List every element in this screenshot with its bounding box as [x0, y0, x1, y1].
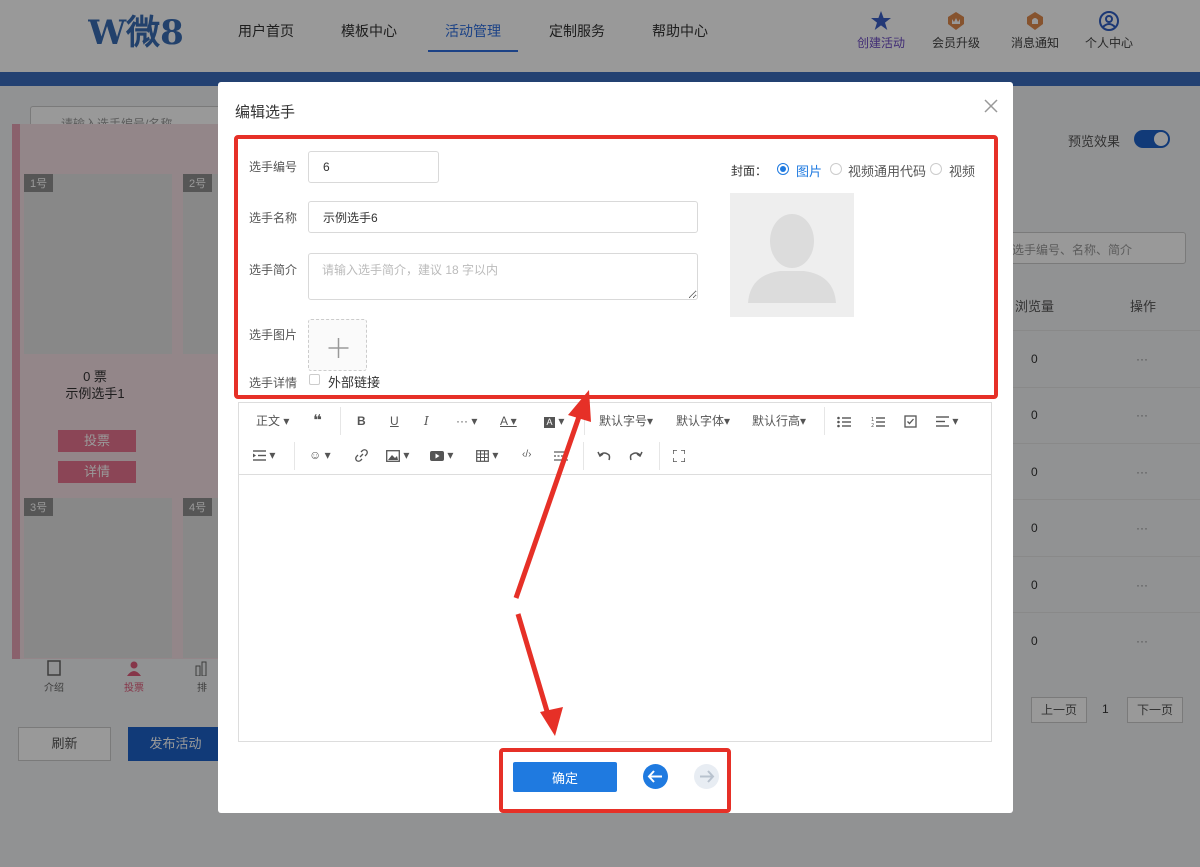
- player-intro-label: 选手简介: [249, 263, 298, 277]
- dialog-title: 编辑选手: [235, 104, 296, 121]
- quote-icon[interactable]: ❝: [313, 411, 322, 431]
- cover-radio-video[interactable]: [930, 163, 942, 175]
- font-size-label: 默认字号: [599, 414, 648, 428]
- code-icon[interactable]: ‹/›: [522, 445, 531, 465]
- avatar-placeholder-icon: [748, 214, 836, 303]
- italic-icon[interactable]: I: [424, 411, 429, 431]
- line-height-label: 默认行高: [752, 414, 801, 428]
- font-size-dropdown[interactable]: 默认字号▾: [599, 411, 653, 431]
- toolbar-separator: [824, 407, 825, 435]
- close-icon[interactable]: [981, 96, 1001, 116]
- cover-image-placeholder[interactable]: [730, 193, 854, 317]
- cover-option-video-code-label: 视频通用代码: [848, 164, 927, 179]
- rich-text-editor: 正文 ▾ ❝ B U I ··· ▾ A ▾ A ▾ 默认字号▾ 默认字体▾ 默…: [238, 402, 992, 742]
- divider-line-icon[interactable]: [554, 445, 568, 465]
- player-name-label: 选手名称: [249, 211, 298, 225]
- underline-icon[interactable]: U: [390, 411, 399, 431]
- cover-label: 封面：: [731, 164, 768, 178]
- edit-player-dialog: 编辑选手 选手编号 选手名称 选手简介 选手图片 选手详情 外部链接 封面： 图…: [218, 82, 1013, 813]
- back-arrow-icon[interactable]: [643, 764, 668, 789]
- video-insert-icon[interactable]: ▾: [430, 445, 453, 465]
- image-upload-button[interactable]: [308, 319, 367, 371]
- toolbar-separator: [584, 407, 585, 435]
- forward-arrow-icon[interactable]: [694, 764, 719, 789]
- editor-toolbar: 正文 ▾ ❝ B U I ··· ▾ A ▾ A ▾ 默认字号▾ 默认字体▾ 默…: [239, 403, 991, 475]
- more-format-dropdown[interactable]: ··· ▾: [456, 411, 477, 431]
- player-name-input[interactable]: [308, 201, 698, 233]
- redo-icon[interactable]: [629, 445, 643, 465]
- bold-icon[interactable]: B: [357, 411, 366, 431]
- checkbox-list-icon[interactable]: [904, 411, 917, 431]
- confirm-button[interactable]: 确定: [513, 762, 617, 792]
- paragraph-format-label: 正文: [256, 414, 281, 428]
- image-insert-icon[interactable]: ▾: [386, 445, 409, 465]
- paragraph-format-dropdown[interactable]: 正文 ▾: [256, 411, 289, 431]
- toolbar-separator: [294, 442, 295, 470]
- player-number-label: 选手编号: [249, 160, 298, 174]
- cover-option-image-label: 图片: [796, 164, 823, 179]
- fullscreen-icon[interactable]: [672, 445, 686, 465]
- player-detail-label: 选手详情: [249, 376, 298, 390]
- player-image-label: 选手图片: [249, 328, 298, 342]
- editor-content-area[interactable]: [239, 475, 991, 741]
- cover-radio-image[interactable]: [777, 163, 789, 175]
- font-family-label: 默认字体: [676, 414, 725, 428]
- plus-icon: [328, 338, 349, 358]
- toolbar-separator: [583, 442, 584, 470]
- indent-dropdown[interactable]: ▾: [253, 445, 275, 465]
- bullet-list-icon[interactable]: [837, 411, 851, 431]
- toolbar-separator: [340, 407, 341, 435]
- external-link-label: 外部链接: [328, 375, 381, 390]
- font-color-icon[interactable]: A ▾: [500, 411, 517, 431]
- numbered-list-icon[interactable]: 12: [871, 411, 885, 431]
- more-format-label: ···: [456, 414, 468, 428]
- player-intro-textarea[interactable]: [308, 253, 698, 300]
- cover-option-video-label: 视频: [949, 164, 976, 179]
- svg-text:2: 2: [871, 423, 874, 428]
- toolbar-separator: [659, 442, 660, 470]
- link-icon[interactable]: [355, 445, 368, 465]
- cover-radio-video-code[interactable]: [830, 163, 842, 175]
- external-link-checkbox[interactable]: [309, 374, 320, 385]
- undo-icon[interactable]: [597, 445, 611, 465]
- font-family-dropdown[interactable]: 默认字体▾: [676, 411, 730, 431]
- line-height-dropdown[interactable]: 默认行高▾: [752, 411, 806, 431]
- background-color-icon[interactable]: A ▾: [544, 411, 564, 431]
- emoji-icon[interactable]: ☺ ▾: [309, 445, 331, 465]
- table-insert-icon[interactable]: ▾: [476, 445, 498, 465]
- player-number-input[interactable]: [308, 151, 439, 183]
- align-dropdown[interactable]: ▾: [936, 411, 958, 431]
